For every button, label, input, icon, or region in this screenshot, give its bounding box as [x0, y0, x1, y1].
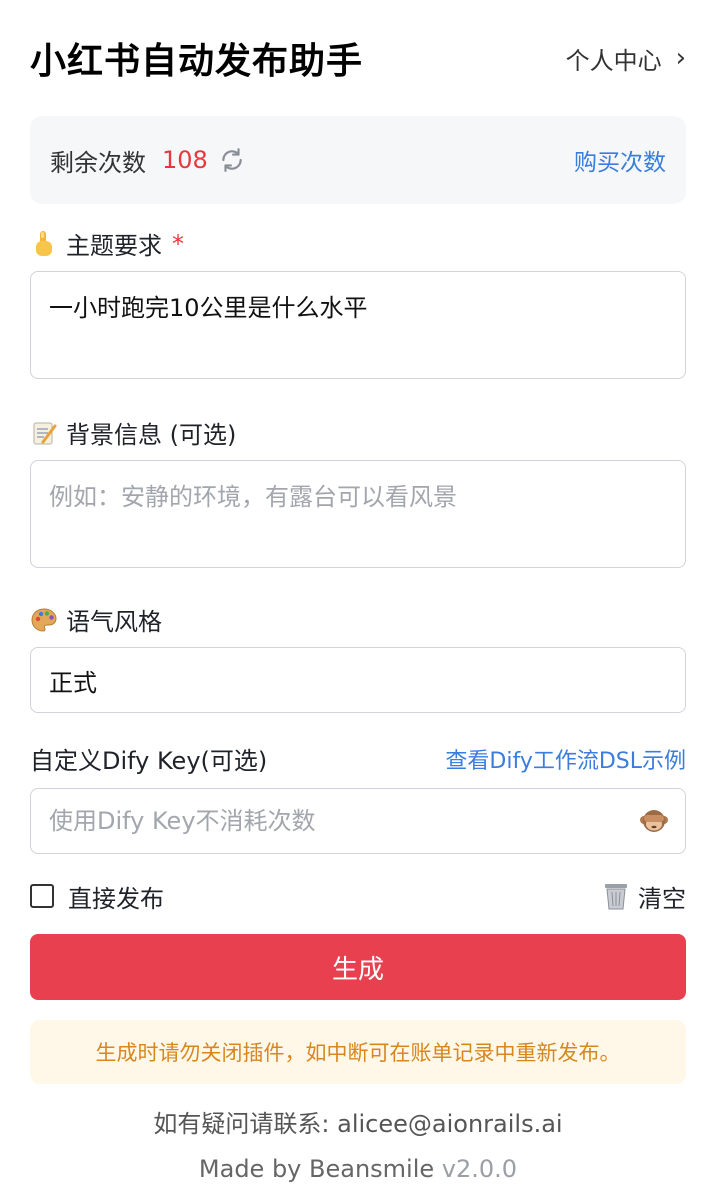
required-mark: * — [172, 229, 184, 258]
tone-label: 语气风格 — [30, 602, 686, 637]
topic-label: 主题要求 * — [30, 226, 686, 261]
plugin-page: 小红书自动发布助手 个人中心 › 剩余次数 108 购买次数 主题要求 * 一小… — [0, 0, 716, 1196]
pointing-finger-icon — [30, 230, 58, 258]
clear-button[interactable]: 清空 — [602, 879, 686, 914]
background-label-text: 背景信息 (可选) — [66, 421, 237, 449]
profile-link[interactable]: 个人中心 › — [566, 41, 686, 76]
direct-publish-checkbox[interactable] — [30, 884, 54, 908]
quota-label: 剩余次数 — [50, 148, 146, 177]
tone-select[interactable]: 正式 — [30, 647, 686, 713]
buy-quota-link[interactable]: 购买次数 — [574, 143, 666, 177]
version-label: v2.0.0 — [441, 1155, 518, 1183]
topic-label-text: 主题要求 — [66, 232, 162, 260]
dify-key-row: 自定义Dify Key(可选) 查看Dify工作流DSL示例 — [30, 741, 686, 776]
app-title: 小红书自动发布助手 — [30, 41, 364, 82]
action-row: 直接发布 清空 — [30, 879, 686, 914]
see-no-evil-monkey-icon[interactable] — [639, 806, 669, 836]
dify-key-field — [30, 788, 686, 854]
credits: Made by Beansmile v2.0.0 — [30, 1155, 686, 1183]
quota-count: 108 — [162, 146, 208, 174]
refresh-icon[interactable] — [218, 146, 246, 174]
topic-textarea[interactable]: 一小时跑完10公里是什么水平 — [30, 271, 686, 379]
direct-publish-label: 直接发布 — [68, 884, 164, 913]
notice-banner: 生成时请勿关闭插件，如中断可在账单记录中重新发布。 — [30, 1020, 686, 1084]
dsl-example-link[interactable]: 查看Dify工作流DSL示例 — [445, 743, 686, 775]
direct-publish-toggle[interactable]: 直接发布 — [30, 879, 164, 914]
tone-label-text: 语气风格 — [66, 608, 162, 636]
profile-link-label: 个人中心 — [565, 46, 662, 75]
background-textarea[interactable]: 例如：安静的环境，有露台可以看风景 — [30, 460, 686, 568]
made-by: Made by Beansmile — [198, 1155, 435, 1183]
dify-key-label: 自定义Dify Key(可选) — [30, 747, 268, 775]
header: 小红书自动发布助手 个人中心 › — [30, 0, 686, 116]
palette-icon — [30, 606, 58, 634]
trash-icon — [602, 881, 630, 911]
background-label: 背景信息 (可选) — [30, 415, 686, 450]
generate-button[interactable]: 生成 — [30, 934, 686, 1000]
contact-info: 如有疑问请联系: alicee@aionrails.ai — [153, 1110, 563, 1138]
memo-icon — [30, 419, 58, 447]
quota-info: 剩余次数 108 — [50, 143, 246, 178]
dify-key-input[interactable] — [49, 807, 609, 835]
chevron-right-icon: › — [675, 43, 686, 73]
clear-label: 清空 — [638, 884, 686, 913]
quota-card: 剩余次数 108 购买次数 — [30, 116, 686, 204]
